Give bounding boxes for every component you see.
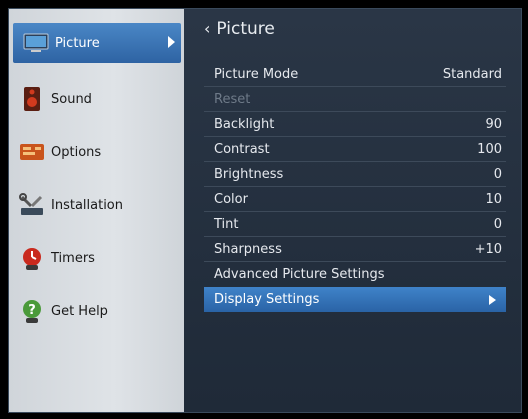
sidebar-item-label: Installation [51,197,124,213]
speaker-icon [19,86,45,112]
setting-value: +10 [474,241,502,257]
sidebar-item-label: Options [51,144,102,160]
sidebar-item-label: Sound [51,91,92,107]
tv-screen: Picture Sound Options Installation Timer… [0,0,528,419]
sidebar-item-label: Timers [51,250,95,266]
sidebar-item-label: Picture [55,35,100,51]
setting-advanced-picture[interactable]: Advanced Picture Settings [204,262,506,287]
setting-label: Picture Mode [214,66,299,82]
arrow-right-icon [168,36,175,48]
setting-color[interactable]: Color 10 [204,187,506,212]
setting-label: Backlight [214,116,275,132]
setting-label: Color [214,191,248,207]
setting-reset: Reset [204,87,506,112]
setting-label: Sharpness [214,241,282,257]
page-title-text: Picture [216,19,275,39]
chevron-left-icon: ‹ [204,19,211,38]
settings-panel: ‹ Picture Picture Mode Standard Reset Bac… [184,9,521,412]
setting-contrast[interactable]: Contrast 100 [204,137,506,162]
sidebar: Picture Sound Options Installation Timer… [9,9,184,412]
svg-text:?: ? [28,303,36,318]
sidebar-item-label: Get Help [51,303,108,319]
page-title[interactable]: ‹ Picture [204,19,275,39]
setting-value: 100 [477,141,502,157]
setting-label: Advanced Picture Settings [214,267,385,282]
setting-label: Display Settings [214,292,320,307]
setting-tint[interactable]: Tint 0 [204,212,506,237]
sidebar-item-picture[interactable]: Picture [13,23,181,63]
setting-value: 0 [493,216,502,232]
tv-icon [23,30,49,56]
arrow-right-icon [489,294,496,305]
sidebar-item-get-help[interactable]: ? Get Help [9,289,184,333]
sidebar-item-sound[interactable]: Sound [9,77,184,121]
sidebar-item-installation[interactable]: Installation [9,183,184,227]
setting-label: Reset [214,91,251,107]
menu-window: Picture Sound Options Installation Timer… [8,8,522,413]
setting-value: 90 [485,116,502,132]
setting-picture-mode[interactable]: Picture Mode Standard [204,62,506,87]
setting-sharpness[interactable]: Sharpness +10 [204,237,506,262]
installation-icon [19,192,45,218]
sidebar-item-timers[interactable]: Timers [9,236,184,280]
setting-value: 10 [485,191,502,207]
options-icon [19,139,45,165]
setting-label: Tint [214,216,239,232]
setting-label: Contrast [214,141,270,157]
setting-value: Standard [442,66,502,82]
setting-label: Brightness [214,166,284,182]
settings-list: Picture Mode Standard Reset Backlight 90… [204,62,506,312]
sidebar-item-options[interactable]: Options [9,130,184,174]
setting-display-settings[interactable]: Display Settings [204,287,506,312]
setting-value: 0 [493,166,502,182]
timer-icon [19,245,45,271]
setting-backlight[interactable]: Backlight 90 [204,112,506,137]
setting-brightness[interactable]: Brightness 0 [204,162,506,187]
help-icon: ? [19,298,45,324]
